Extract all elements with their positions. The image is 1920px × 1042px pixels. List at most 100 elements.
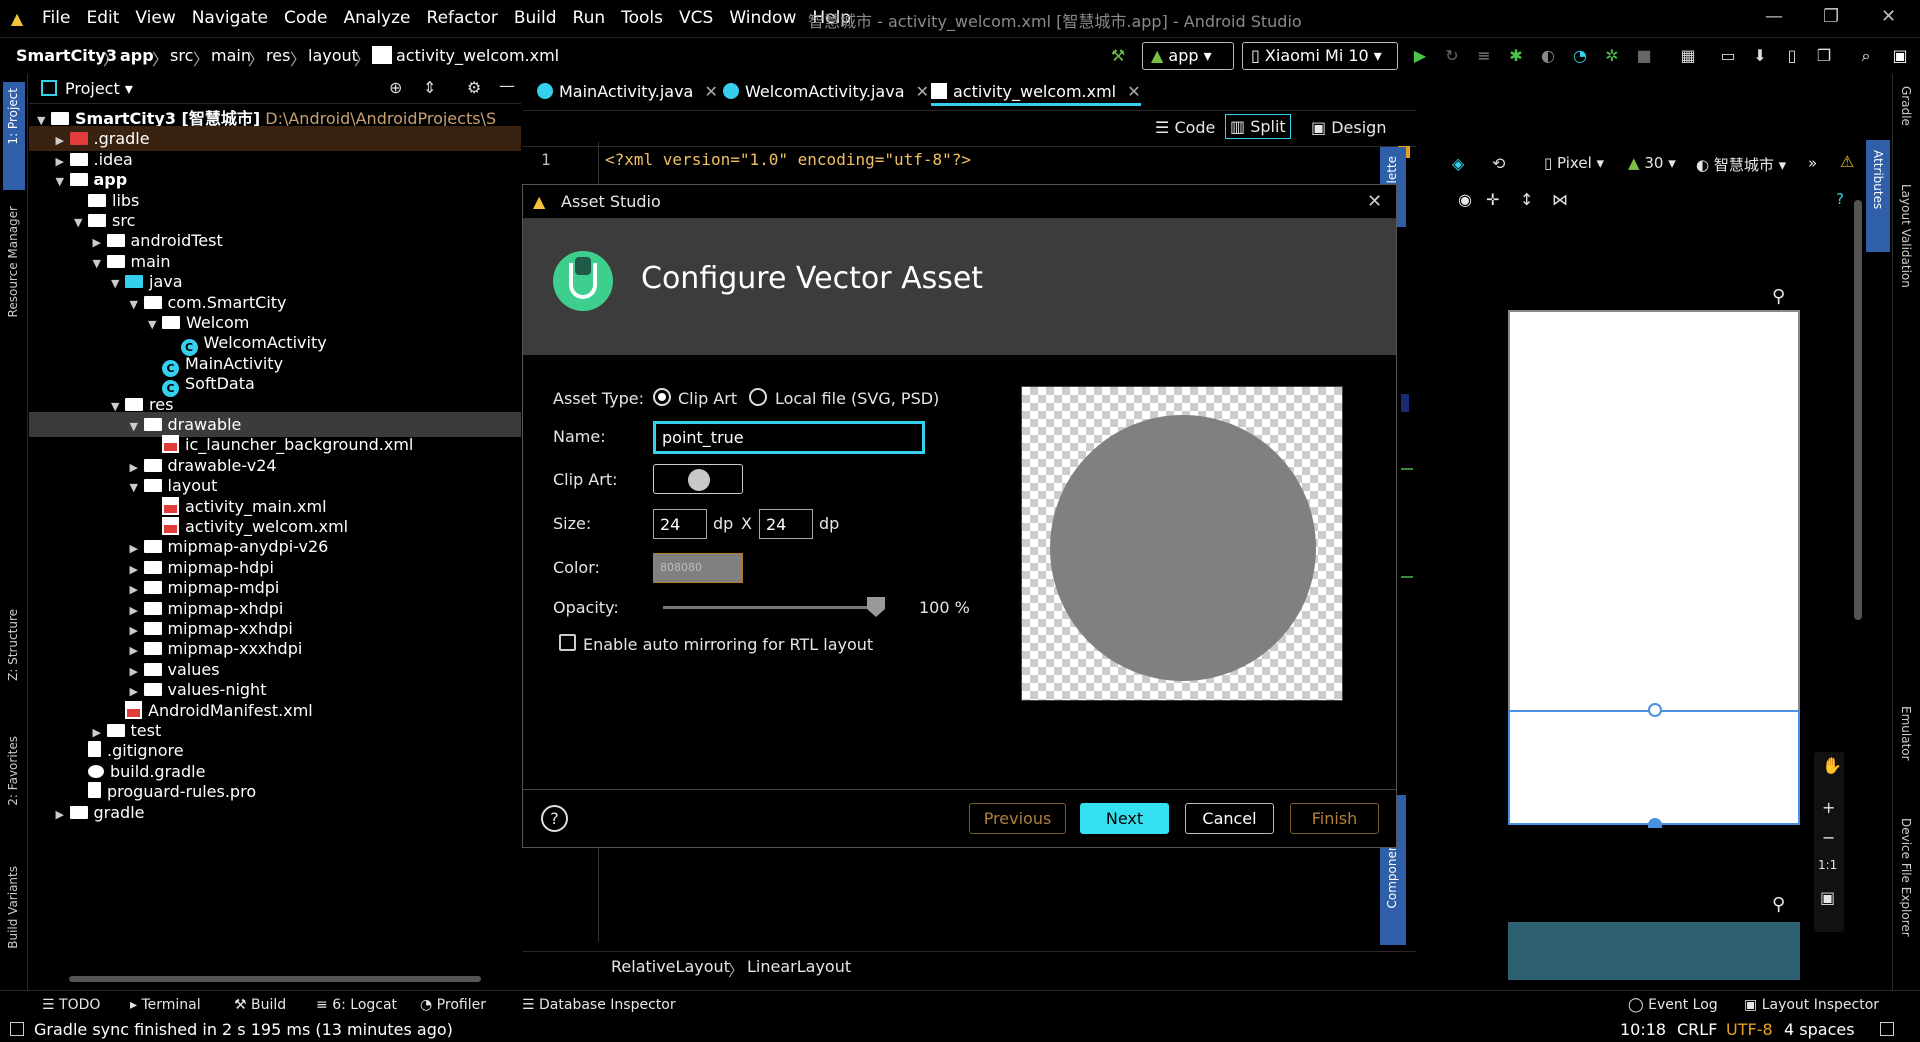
menu-code[interactable]: Code bbox=[276, 8, 336, 28]
opacity-slider-thumb[interactable] bbox=[867, 597, 885, 617]
rtl-checkbox[interactable] bbox=[559, 634, 576, 651]
stop-icon[interactable]: ■ bbox=[1634, 46, 1654, 66]
device-manager-icon[interactable]: ▯ bbox=[1782, 46, 1802, 66]
status-message[interactable]: Gradle sync finished in 2 s 195 ms (13 m… bbox=[34, 1020, 453, 1039]
close-tab-icon[interactable]: ✕ bbox=[1127, 82, 1140, 101]
file-encoding[interactable]: UTF-8 bbox=[1726, 1020, 1773, 1039]
project-structure-icon[interactable]: ❒ bbox=[1814, 46, 1834, 66]
logcat-button[interactable]: ≡ 6: Logcat bbox=[316, 997, 397, 1013]
breadcrumb-project[interactable]: SmartCity3 bbox=[16, 46, 117, 65]
breadcrumb-main[interactable]: main bbox=[211, 46, 251, 65]
restore-icon[interactable]: ❐ bbox=[1823, 6, 1839, 27]
width-input[interactable] bbox=[653, 509, 707, 539]
hide-panel-icon[interactable]: — bbox=[499, 76, 515, 95]
resize-handle[interactable] bbox=[1648, 818, 1662, 828]
next-button[interactable]: Next bbox=[1080, 803, 1169, 834]
breadcrumb-layout[interactable]: layout bbox=[308, 46, 358, 65]
menu-refactor[interactable]: Refactor bbox=[419, 8, 506, 28]
tab-device-file-explorer[interactable]: Device File Explorer bbox=[1899, 818, 1913, 937]
sync-icon[interactable]: ▦ bbox=[1678, 46, 1698, 66]
zoom-fit-icon[interactable]: ▣ bbox=[1820, 888, 1835, 907]
tab-activity-welcom[interactable]: activity_welcom.xml ✕ bbox=[931, 78, 1141, 106]
help-icon[interactable]: ? bbox=[541, 805, 568, 832]
close-window-icon[interactable]: ✕ bbox=[1881, 6, 1896, 27]
breadcrumb-res[interactable]: res bbox=[266, 46, 290, 65]
caret-position[interactable]: 10:18 bbox=[1620, 1020, 1666, 1039]
locate-icon[interactable]: ⊕ bbox=[389, 78, 402, 97]
database-inspector-button[interactable]: ☰ Database Inspector bbox=[522, 997, 676, 1013]
collapse-all-icon[interactable]: ⇕ bbox=[423, 78, 436, 97]
terminal-button[interactable]: ▸ Terminal bbox=[130, 997, 201, 1013]
profiler-button[interactable]: ◔ Profiler bbox=[420, 997, 486, 1013]
resize-icon[interactable]: ↕ bbox=[1520, 190, 1533, 209]
breadcrumb-src[interactable]: src bbox=[170, 46, 193, 65]
zoom-in-icon[interactable]: + bbox=[1822, 798, 1835, 817]
tab-favorites[interactable]: 2: Favorites bbox=[6, 736, 20, 806]
attach-icon[interactable]: ✲ bbox=[1602, 46, 1622, 66]
view-mode-split[interactable]: ▥ Split bbox=[1225, 114, 1291, 139]
lock-icon[interactable] bbox=[1880, 1022, 1894, 1036]
build-button[interactable]: ⚒ Build bbox=[234, 997, 286, 1013]
menu-vcs[interactable]: VCS bbox=[671, 8, 721, 28]
more-icon[interactable]: » bbox=[1808, 154, 1817, 172]
menu-file[interactable]: File bbox=[34, 8, 78, 28]
menu-analyze[interactable]: Analyze bbox=[336, 8, 419, 28]
color-swatch[interactable]: 808080 bbox=[653, 553, 743, 583]
zoom-out-icon[interactable]: − bbox=[1822, 828, 1835, 847]
breadcrumb-file[interactable]: activity_welcom.xml bbox=[396, 46, 559, 65]
tab-gradle[interactable]: Gradle bbox=[1899, 86, 1913, 126]
device-preview-select[interactable]: ▯ Pixel ▾ bbox=[1544, 154, 1604, 172]
profile-icon[interactable]: ◔ bbox=[1570, 46, 1590, 66]
settings-sync-icon[interactable]: ▣ bbox=[1890, 46, 1910, 66]
horizontal-scrollbar[interactable] bbox=[69, 976, 481, 982]
view-mode-design[interactable]: ▣ Design bbox=[1311, 118, 1386, 137]
run-icon[interactable]: ▶ bbox=[1410, 46, 1430, 66]
menu-window[interactable]: Window bbox=[721, 8, 804, 28]
selected-linearlayout[interactable] bbox=[1508, 710, 1800, 825]
tab-attributes[interactable]: Attributes bbox=[1871, 150, 1885, 209]
height-input[interactable] bbox=[759, 509, 813, 539]
indent-setting[interactable]: 4 spaces bbox=[1784, 1020, 1855, 1039]
menu-edit[interactable]: Edit bbox=[78, 8, 127, 28]
menu-build[interactable]: Build bbox=[506, 8, 565, 28]
pan-icon[interactable]: ✛ bbox=[1486, 190, 1499, 209]
cancel-button[interactable]: Cancel bbox=[1185, 803, 1274, 834]
hand-icon[interactable]: ✋ bbox=[1822, 756, 1842, 775]
close-tab-icon[interactable]: ✕ bbox=[704, 82, 717, 101]
attach-debugger-icon[interactable]: ◐ bbox=[1538, 46, 1558, 66]
status-toggle-icon[interactable] bbox=[10, 1022, 24, 1036]
radio-local-file[interactable] bbox=[749, 388, 767, 406]
dialog-close-icon[interactable]: ✕ bbox=[1367, 185, 1382, 219]
todo-button[interactable]: ☰ TODO bbox=[42, 997, 100, 1013]
avd-manager-icon[interactable]: ▭ bbox=[1718, 46, 1738, 66]
breadcrumb-relativelayout[interactable]: RelativeLayout bbox=[611, 957, 730, 976]
opacity-slider-track[interactable] bbox=[663, 606, 885, 609]
tab-build-variants[interactable]: Build Variants bbox=[6, 866, 20, 949]
gear-icon[interactable]: ⚙ bbox=[467, 78, 481, 97]
menu-tools[interactable]: Tools bbox=[613, 8, 671, 28]
apply-changes-icon[interactable]: ↻ bbox=[1442, 46, 1462, 66]
minimize-icon[interactable]: — bbox=[1765, 6, 1783, 27]
previous-button[interactable]: Previous bbox=[969, 803, 1066, 834]
tab-layout-validation[interactable]: Layout Validation bbox=[1899, 184, 1913, 288]
run-config-select[interactable]: ▲ app ▾ bbox=[1142, 42, 1234, 70]
hammer-icon[interactable]: ⚒ bbox=[1108, 46, 1128, 66]
tab-mainactivity[interactable]: MainActivity.java ✕ bbox=[537, 78, 718, 106]
theme-select[interactable]: ◐ 智慧城市 ▾ bbox=[1696, 154, 1786, 175]
api-level-select[interactable]: ▲ 30 ▾ bbox=[1628, 154, 1676, 172]
view-mode-code[interactable]: ☰ Code bbox=[1155, 118, 1215, 137]
warning-icon[interactable]: ⚠ bbox=[1840, 152, 1854, 171]
layers-icon[interactable]: ◈ bbox=[1452, 154, 1464, 173]
search-icon[interactable]: ⌕ bbox=[1856, 46, 1876, 66]
tab-structure[interactable]: Z: Structure bbox=[6, 609, 20, 681]
resize-handle[interactable] bbox=[1648, 703, 1662, 717]
rtl-label[interactable]: Enable auto mirroring for RTL layout bbox=[583, 635, 873, 654]
orientation-icon[interactable]: ⟲ bbox=[1492, 154, 1505, 173]
debug-icon[interactable]: ✱ bbox=[1506, 46, 1526, 66]
clip-art-button[interactable] bbox=[653, 464, 743, 494]
actual-size-icon[interactable]: 1:1 bbox=[1818, 858, 1837, 872]
tree-item[interactable]: ▶ gradle bbox=[29, 800, 521, 825]
tab-project[interactable]: 1: Project bbox=[6, 88, 20, 145]
breadcrumb-linearlayout[interactable]: LinearLayout bbox=[747, 957, 851, 976]
close-tab-icon[interactable]: ✕ bbox=[916, 82, 929, 101]
